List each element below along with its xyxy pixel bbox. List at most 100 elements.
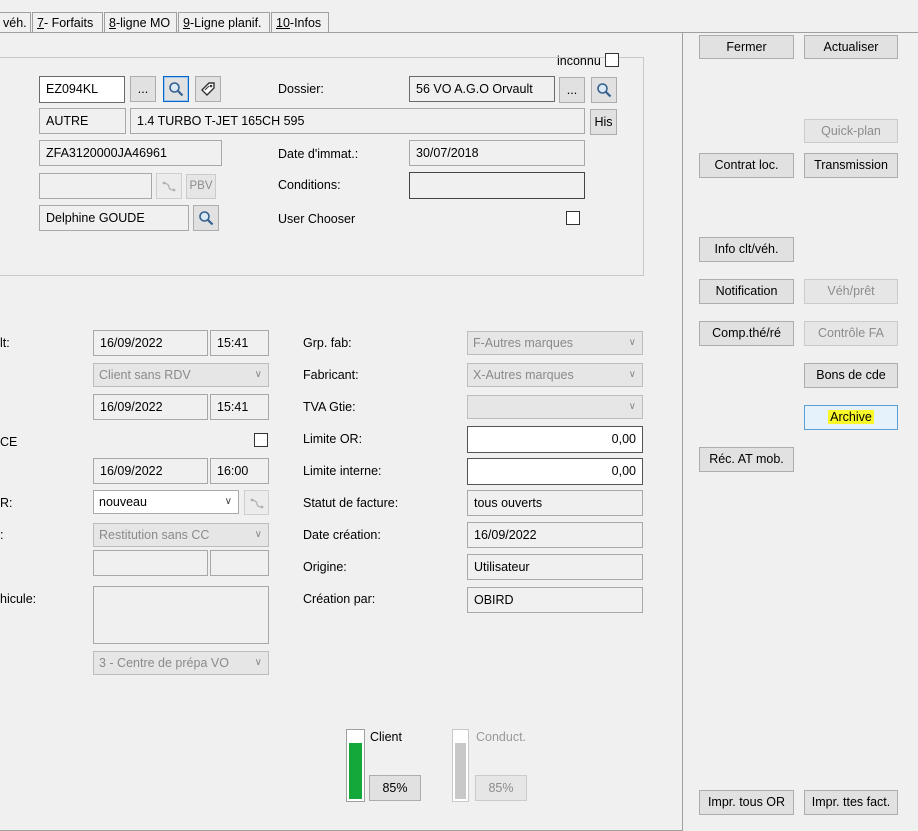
conduct-gauge-label: Conduct. [476,730,527,744]
chevron-down-icon: ∨ [628,337,636,348]
row4-checkbox[interactable] [254,433,268,447]
row9-label: hicule: [0,592,37,606]
rec-at-mob-button[interactable]: Réc. AT mob. [699,447,794,472]
chevron-down-icon: ∨ [628,401,636,412]
rdv-select[interactable]: Client sans RDV ∨ [93,363,269,387]
immat-search-button[interactable] [163,76,189,102]
row1-time-field: 15:41 [210,330,269,356]
marque-field: AUTRE [39,108,126,134]
grp-fab-select-value: F-Autres marques [473,336,574,350]
centre-select-value: 3 - Centre de prépa VO [99,656,229,670]
conduct-gauge-fill [455,742,466,799]
row5-date-field: 16/09/2022 [93,458,208,484]
date-creation-label: Date création: [303,528,381,542]
tva-label: TVA Gtie: [303,400,356,414]
notification-button[interactable]: Notification [699,279,794,304]
limite-or-label: Limite OR: [303,432,363,446]
fabricant-label: Fabricant: [303,368,359,382]
chevron-down-icon: ∨ [254,369,262,380]
statut-or-select-value: nouveau [99,495,147,509]
actualiser-button[interactable]: Actualiser [804,35,898,59]
info-client-vehicule-button[interactable]: Info clt/véh. [699,237,794,262]
date-immat-field: 30/07/2018 [409,140,585,166]
centre-select[interactable]: 3 - Centre de prépa VO ∨ [93,651,269,675]
client-gauge-fill [349,742,362,799]
row3-date-field: 16/09/2022 [93,394,208,420]
contact-search-button[interactable] [193,205,219,231]
contrat-loc-button[interactable]: Contrat loc. [699,153,794,178]
fabricant-select[interactable]: X-Autres marques ∨ [467,363,643,387]
archive-button-label: Archive [828,410,874,424]
limite-or-input[interactable]: 0,00 [467,426,643,453]
tab-infos[interactable]: 10-Infos [271,12,329,33]
link-icon [162,181,176,192]
link-icon [250,498,263,508]
grp-fab-select[interactable]: F-Autres marques ∨ [467,331,643,355]
tab-forfaits[interactable]: 7- Forfaits [32,12,103,33]
limite-interne-input[interactable]: 0,00 [467,458,643,485]
immat-browse-button[interactable]: ... [130,76,156,102]
link-button[interactable] [156,173,182,199]
search-icon [169,82,184,97]
row6-link-button[interactable] [244,490,269,515]
tag-button[interactable] [195,76,221,102]
creation-par-field: OBIRD [467,587,643,613]
date-creation-field: 16/09/2022 [467,522,643,548]
tab-ligne-mo[interactable]: 8-ligne MO [104,12,177,33]
bons-de-cde-button[interactable]: Bons de cde [804,363,898,388]
chevron-down-icon: ∨ [254,657,262,668]
empty-field [39,173,152,199]
row3-time-field: 15:41 [210,394,269,420]
chevron-down-icon: ∨ [628,369,636,380]
tab-ligne-planif[interactable]: 9-Ligne planif. [178,12,270,33]
controle-fa-button[interactable]: Contrôle FA [804,321,898,346]
dossier-search-button[interactable] [591,77,617,103]
dossier-browse-button[interactable]: ... [559,77,585,103]
impr-ttes-fact-button[interactable]: Impr. ttes fact. [804,790,898,815]
impr-tous-or-button[interactable]: Impr. tous OR [699,790,794,815]
contact-field: Delphine GOUDE [39,205,189,231]
pbv-button[interactable]: PBV [186,174,216,199]
chevron-down-icon: ∨ [254,529,262,540]
tab-vehicule[interactable]: véh. [0,12,31,33]
row8-field-a [93,550,208,576]
dossier-label: Dossier: [278,82,324,96]
conditions-label: Conditions: [278,178,341,192]
row6-label: R: [0,496,13,510]
transmission-button[interactable]: Transmission [804,153,898,178]
dossier-field[interactable]: 56 VO A.G.O Orvault [409,76,555,102]
conduct-gauge [452,729,469,802]
history-button[interactable]: His [590,109,617,135]
date-immat-label: Date d'immat.: [278,147,359,161]
client-pct-button[interactable]: 85% [369,775,421,801]
conduct-pct-button[interactable]: 85% [475,775,527,801]
statut-or-select[interactable]: nouveau ∨ [93,490,239,514]
user-chooser-checkbox[interactable] [566,211,580,225]
immat-input[interactable]: EZ094KL [39,76,125,103]
client-gauge-label: Client [370,730,402,744]
rdv-select-value: Client sans RDV [99,368,191,382]
origine-label: Origine: [303,560,347,574]
tab-bar: véh. 7- Forfaits 8-ligne MO 9-Ligne plan… [0,0,918,34]
chevron-down-icon: ∨ [224,496,232,507]
inconnu-label: inconnu [557,54,601,68]
search-icon [199,211,214,226]
quick-plan-button[interactable]: Quick-plan [804,119,898,143]
row1-label: lt: [0,336,10,350]
fermer-button[interactable]: Fermer [699,35,794,59]
statut-facture-field: tous ouverts [467,490,643,516]
creation-par-label: Création par: [303,592,376,606]
conditions-field[interactable] [409,172,585,199]
modele-field: 1.4 TURBO T-JET 165CH 595 [130,108,585,134]
client-gauge [346,729,365,802]
fabricant-select-value: X-Autres marques [473,368,574,382]
search-icon [597,83,612,98]
inconnu-checkbox[interactable] [605,53,619,67]
tva-select[interactable]: ∨ [467,395,643,419]
comp-the-button[interactable]: Comp.thé/ré [699,321,794,346]
restitution-select[interactable]: Restitution sans CC ∨ [93,523,269,547]
archive-button[interactable]: Archive [804,405,898,430]
vehicule-pret-button[interactable]: Véh/prêt [804,279,898,304]
vin-field: ZFA3120000JA46961 [39,140,222,166]
tag-icon [201,82,215,96]
